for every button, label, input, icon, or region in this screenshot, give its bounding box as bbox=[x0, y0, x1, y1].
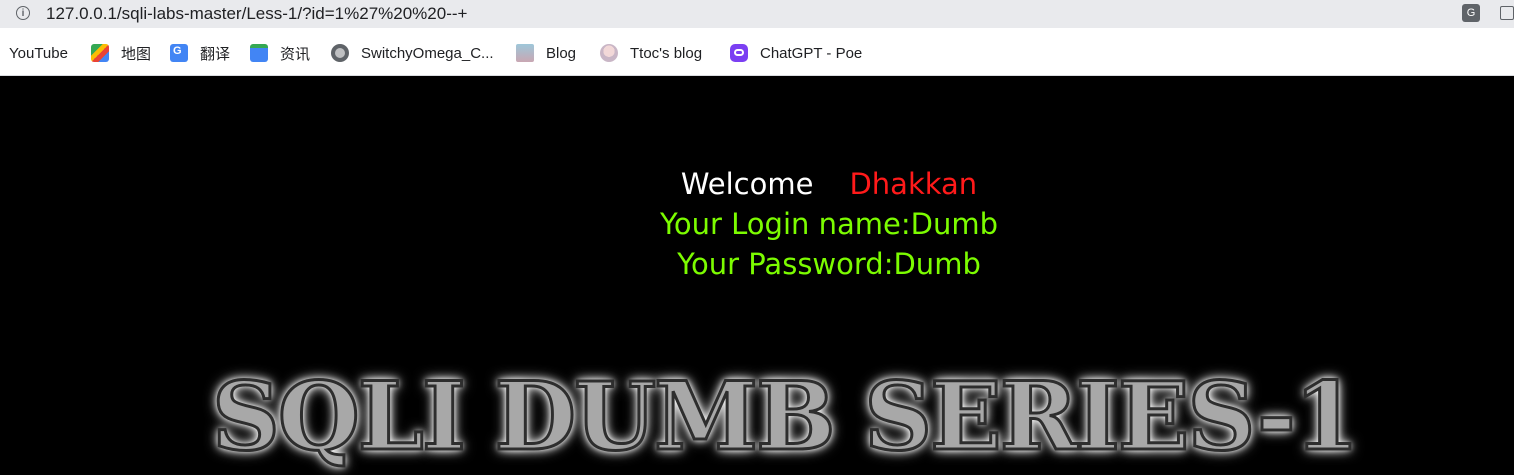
bookmark-blog[interactable]: Blog bbox=[516, 43, 576, 63]
bookmark-news[interactable]: 资讯 bbox=[250, 43, 310, 63]
address-bar: i 127.0.0.1/sqli-labs-master/Less-1/?id=… bbox=[0, 0, 1514, 30]
bookmark-label: SwitchyOmega_C... bbox=[361, 44, 494, 62]
result-block: Welcome Dhakkan Your Login name:Dumb Your… bbox=[0, 164, 1514, 284]
bookmark-maps[interactable]: 地图 bbox=[91, 43, 151, 63]
password-line: Your Password:Dumb bbox=[677, 247, 981, 281]
bookmark-poe[interactable]: ChatGPT - Poe bbox=[730, 43, 862, 63]
series-banner: SQLI DUMB SERIES-1 bbox=[211, 361, 1361, 474]
login-name-line: Your Login name:Dumb bbox=[660, 207, 998, 241]
page-content: Welcome Dhakkan Your Login name:Dumb Your… bbox=[0, 76, 1514, 475]
site-info-icon[interactable]: i bbox=[16, 6, 30, 20]
avatar-icon bbox=[600, 44, 618, 62]
translate-page-icon[interactable]: G bbox=[1462, 4, 1480, 22]
url-text[interactable]: 127.0.0.1/sqli-labs-master/Less-1/?id=1%… bbox=[46, 4, 467, 24]
bookmark-label: Blog bbox=[546, 44, 577, 62]
user-name: Dhakkan bbox=[849, 167, 978, 201]
bookmark-label: 资讯 bbox=[280, 45, 311, 63]
globe-icon bbox=[331, 44, 349, 62]
bookmark-switchyomega[interactable]: SwitchyOmega_C... bbox=[331, 43, 494, 63]
bookmark-translate[interactable]: 翻译 bbox=[170, 43, 230, 63]
blog-icon bbox=[516, 44, 534, 62]
bookmark-label: YouTube bbox=[9, 44, 68, 62]
welcome-line: Welcome Dhakkan bbox=[0, 164, 1514, 204]
bookmark-label: Ttoc's blog bbox=[630, 44, 703, 62]
news-icon bbox=[250, 44, 268, 62]
translate-icon bbox=[170, 44, 188, 62]
bookmark-label: ChatGPT - Poe bbox=[760, 44, 863, 62]
bookmarks-bar: YouTube 地图 翻译 资讯 SwitchyOmega_C... Blog … bbox=[0, 30, 1514, 76]
bookmark-ttoc-blog[interactable]: Ttoc's blog bbox=[600, 43, 702, 63]
poe-icon bbox=[730, 44, 748, 62]
bookmark-label: 翻译 bbox=[200, 45, 231, 63]
bookmark-youtube[interactable]: YouTube bbox=[9, 43, 68, 63]
share-icon[interactable] bbox=[1500, 6, 1514, 20]
bookmark-label: 地图 bbox=[121, 45, 152, 63]
welcome-text: Welcome bbox=[680, 167, 814, 201]
omnibox[interactable]: i 127.0.0.1/sqli-labs-master/Less-1/?id=… bbox=[0, 0, 1514, 28]
maps-icon bbox=[91, 44, 109, 62]
